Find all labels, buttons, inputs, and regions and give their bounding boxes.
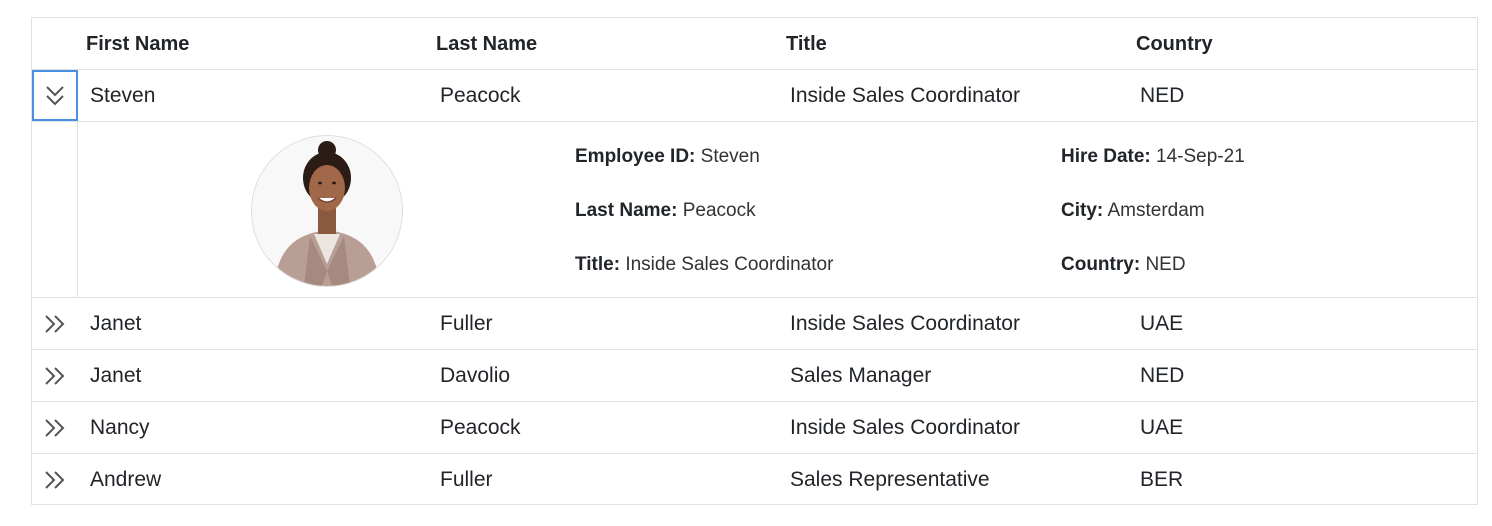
- cell-last-name: Peacock: [440, 84, 521, 107]
- cell-title: Sales Representative: [790, 468, 990, 491]
- chevron-double-right-icon: [45, 418, 65, 437]
- cell-country: UAE: [1140, 416, 1184, 439]
- table-row[interactable]: Janet Davolio Sales Manager NED: [32, 350, 1477, 402]
- column-header-last-name[interactable]: Last Name: [436, 18, 537, 69]
- cell-first-name: Nancy: [90, 416, 150, 439]
- cell-country: UAE: [1140, 312, 1184, 335]
- cell-last-name: Fuller: [440, 312, 493, 335]
- cell-first-name: Andrew: [90, 468, 162, 491]
- chevron-double-right-icon: [45, 470, 65, 489]
- detail-country-value: NED: [1145, 254, 1186, 275]
- detail-hire-date-value: 14-Sep-21: [1156, 146, 1245, 167]
- detail-country: Country: NED: [1061, 254, 1186, 276]
- column-header-first-name[interactable]: First Name: [86, 18, 189, 69]
- cell-title: Sales Manager: [790, 364, 932, 387]
- detail-city-label: City:: [1061, 200, 1104, 221]
- cell-country: NED: [1140, 84, 1185, 107]
- chevron-double-right-icon: [45, 314, 65, 333]
- detail-title-label: Title:: [575, 254, 621, 275]
- detail-hire-date: Hire Date: 14-Sep-21: [1061, 146, 1245, 168]
- cell-country: BER: [1140, 468, 1184, 491]
- row-detail-panel: Employee ID: Steven Last Name: Peacock T…: [32, 122, 1477, 298]
- expand-toggle-button[interactable]: [32, 350, 78, 401]
- detail-city: City: Amsterdam: [1061, 200, 1205, 222]
- detail-last-name: Last Name: Peacock: [575, 200, 756, 222]
- cell-last-name: Fuller: [440, 468, 493, 491]
- chevron-double-right-icon: [45, 366, 65, 385]
- expand-toggle-button[interactable]: [32, 298, 78, 349]
- detail-hire-date-label: Hire Date:: [1061, 146, 1151, 167]
- detail-last-name-label: Last Name:: [575, 200, 678, 221]
- detail-country-label: Country:: [1061, 254, 1141, 275]
- cell-first-name: Steven: [90, 84, 156, 107]
- detail-title: Title: Inside Sales Coordinator: [575, 254, 833, 276]
- cell-last-name: Davolio: [440, 364, 511, 387]
- detail-gutter: [32, 122, 78, 297]
- cell-last-name: Peacock: [440, 416, 521, 439]
- detail-city-value: Amsterdam: [1107, 200, 1205, 221]
- cell-country: NED: [1140, 364, 1185, 387]
- expand-toggle-button[interactable]: [32, 402, 78, 453]
- employee-grid: First Name Last Name Title Country Steve…: [31, 17, 1478, 505]
- cell-title: Inside Sales Coordinator: [790, 312, 1020, 335]
- header-row: First Name Last Name Title Country: [32, 18, 1477, 70]
- chevron-double-down-icon: [46, 85, 64, 105]
- cell-first-name: Janet: [90, 364, 142, 387]
- table-row[interactable]: Andrew Fuller Sales Representative BER: [32, 454, 1477, 506]
- cell-first-name: Janet: [90, 312, 142, 335]
- table-row[interactable]: Steven Peacock Inside Sales Coordinator …: [32, 70, 1477, 122]
- employee-photo: [251, 135, 403, 287]
- detail-employee-id: Employee ID: Steven: [575, 146, 760, 168]
- expand-toggle-button[interactable]: [32, 70, 78, 121]
- column-header-country[interactable]: Country: [1136, 18, 1213, 69]
- detail-title-value: Inside Sales Coordinator: [625, 254, 834, 275]
- detail-employee-id-value: Steven: [700, 146, 760, 167]
- detail-employee-id-label: Employee ID:: [575, 146, 696, 167]
- detail-last-name-value: Peacock: [682, 200, 756, 221]
- table-row[interactable]: Janet Fuller Inside Sales Coordinator UA…: [32, 298, 1477, 350]
- column-header-title[interactable]: Title: [786, 18, 827, 69]
- cell-title: Inside Sales Coordinator: [790, 84, 1020, 107]
- table-row[interactable]: Nancy Peacock Inside Sales Coordinator U…: [32, 402, 1477, 454]
- expand-toggle-button[interactable]: [32, 454, 78, 505]
- cell-title: Inside Sales Coordinator: [790, 416, 1020, 439]
